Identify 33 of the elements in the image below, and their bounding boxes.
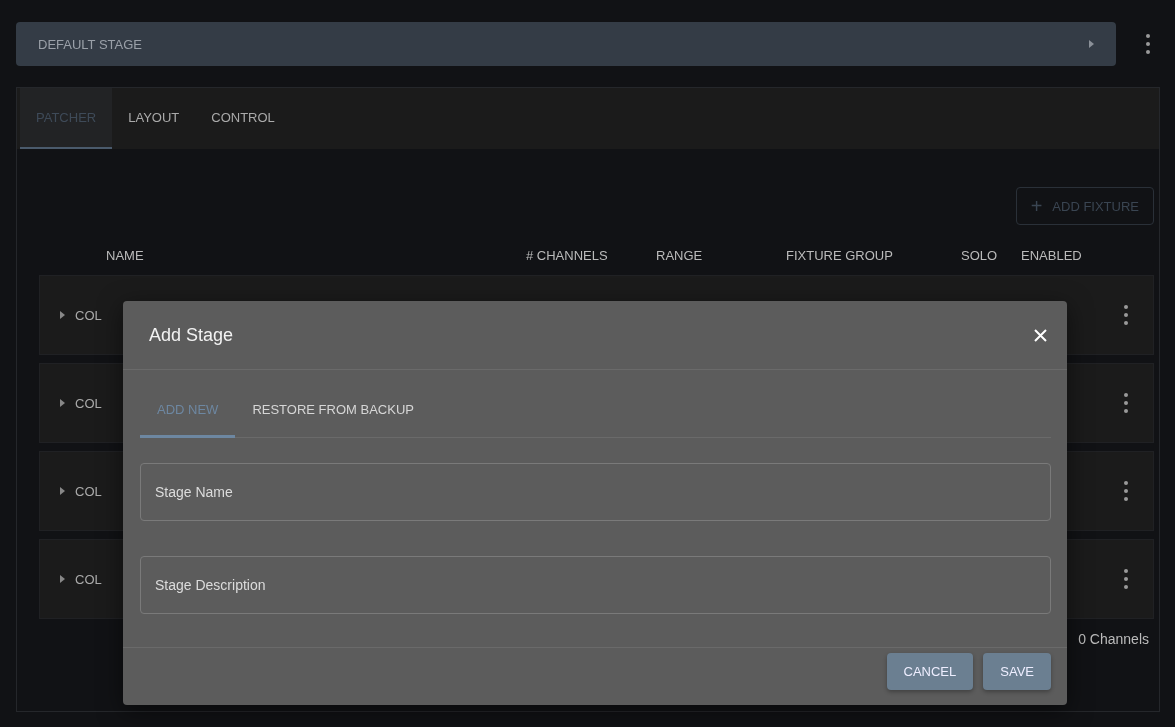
more-icon[interactable] <box>1123 392 1129 414</box>
add-fixture-button[interactable]: + ADD FIXTURE <box>1015 187 1154 225</box>
expand-caret-icon[interactable] <box>60 575 65 583</box>
column-header: ENABLED <box>1021 247 1083 263</box>
close-icon[interactable] <box>1034 328 1047 342</box>
column-header: # CHANNELS <box>526 247 609 263</box>
fixture-name: COL <box>75 307 102 323</box>
more-icon[interactable] <box>1123 568 1129 590</box>
stage-selector[interactable]: DEFAULT STAGE <box>16 22 1116 66</box>
save-button[interactable]: SAVE <box>983 653 1051 690</box>
more-icon[interactable] <box>1123 480 1129 502</box>
column-header: NAME <box>106 247 145 263</box>
input-field[interactable]: Stage Name <box>140 463 1051 521</box>
more-icon[interactable] <box>1123 304 1129 326</box>
dialog-title: Add Stage <box>149 324 234 346</box>
dialog-tab[interactable]: RESTORE FROM BACKUP <box>235 384 431 438</box>
input-field[interactable]: Stage Description <box>140 556 1051 614</box>
column-header: SOLO <box>961 247 999 263</box>
fixture-name: COL <box>75 483 102 499</box>
expand-caret-icon[interactable] <box>60 399 65 407</box>
caret-right-icon <box>1089 40 1094 48</box>
stage-title: DEFAULT STAGE <box>38 36 143 52</box>
tab[interactable]: LAYOUT <box>112 88 196 149</box>
column-header: FIXTURE GROUP <box>786 247 894 263</box>
cancel-button[interactable]: CANCEL <box>886 653 974 690</box>
fixture-name: COL <box>75 395 102 411</box>
expand-caret-icon[interactable] <box>60 311 65 319</box>
column-header: RANGE <box>656 247 704 263</box>
expand-caret-icon[interactable] <box>60 487 65 495</box>
more-icon[interactable] <box>1145 33 1151 55</box>
channel-count: 0 Channels <box>1077 631 1150 647</box>
fixture-name: COL <box>75 571 102 587</box>
tab[interactable]: CONTROL <box>195 88 291 149</box>
